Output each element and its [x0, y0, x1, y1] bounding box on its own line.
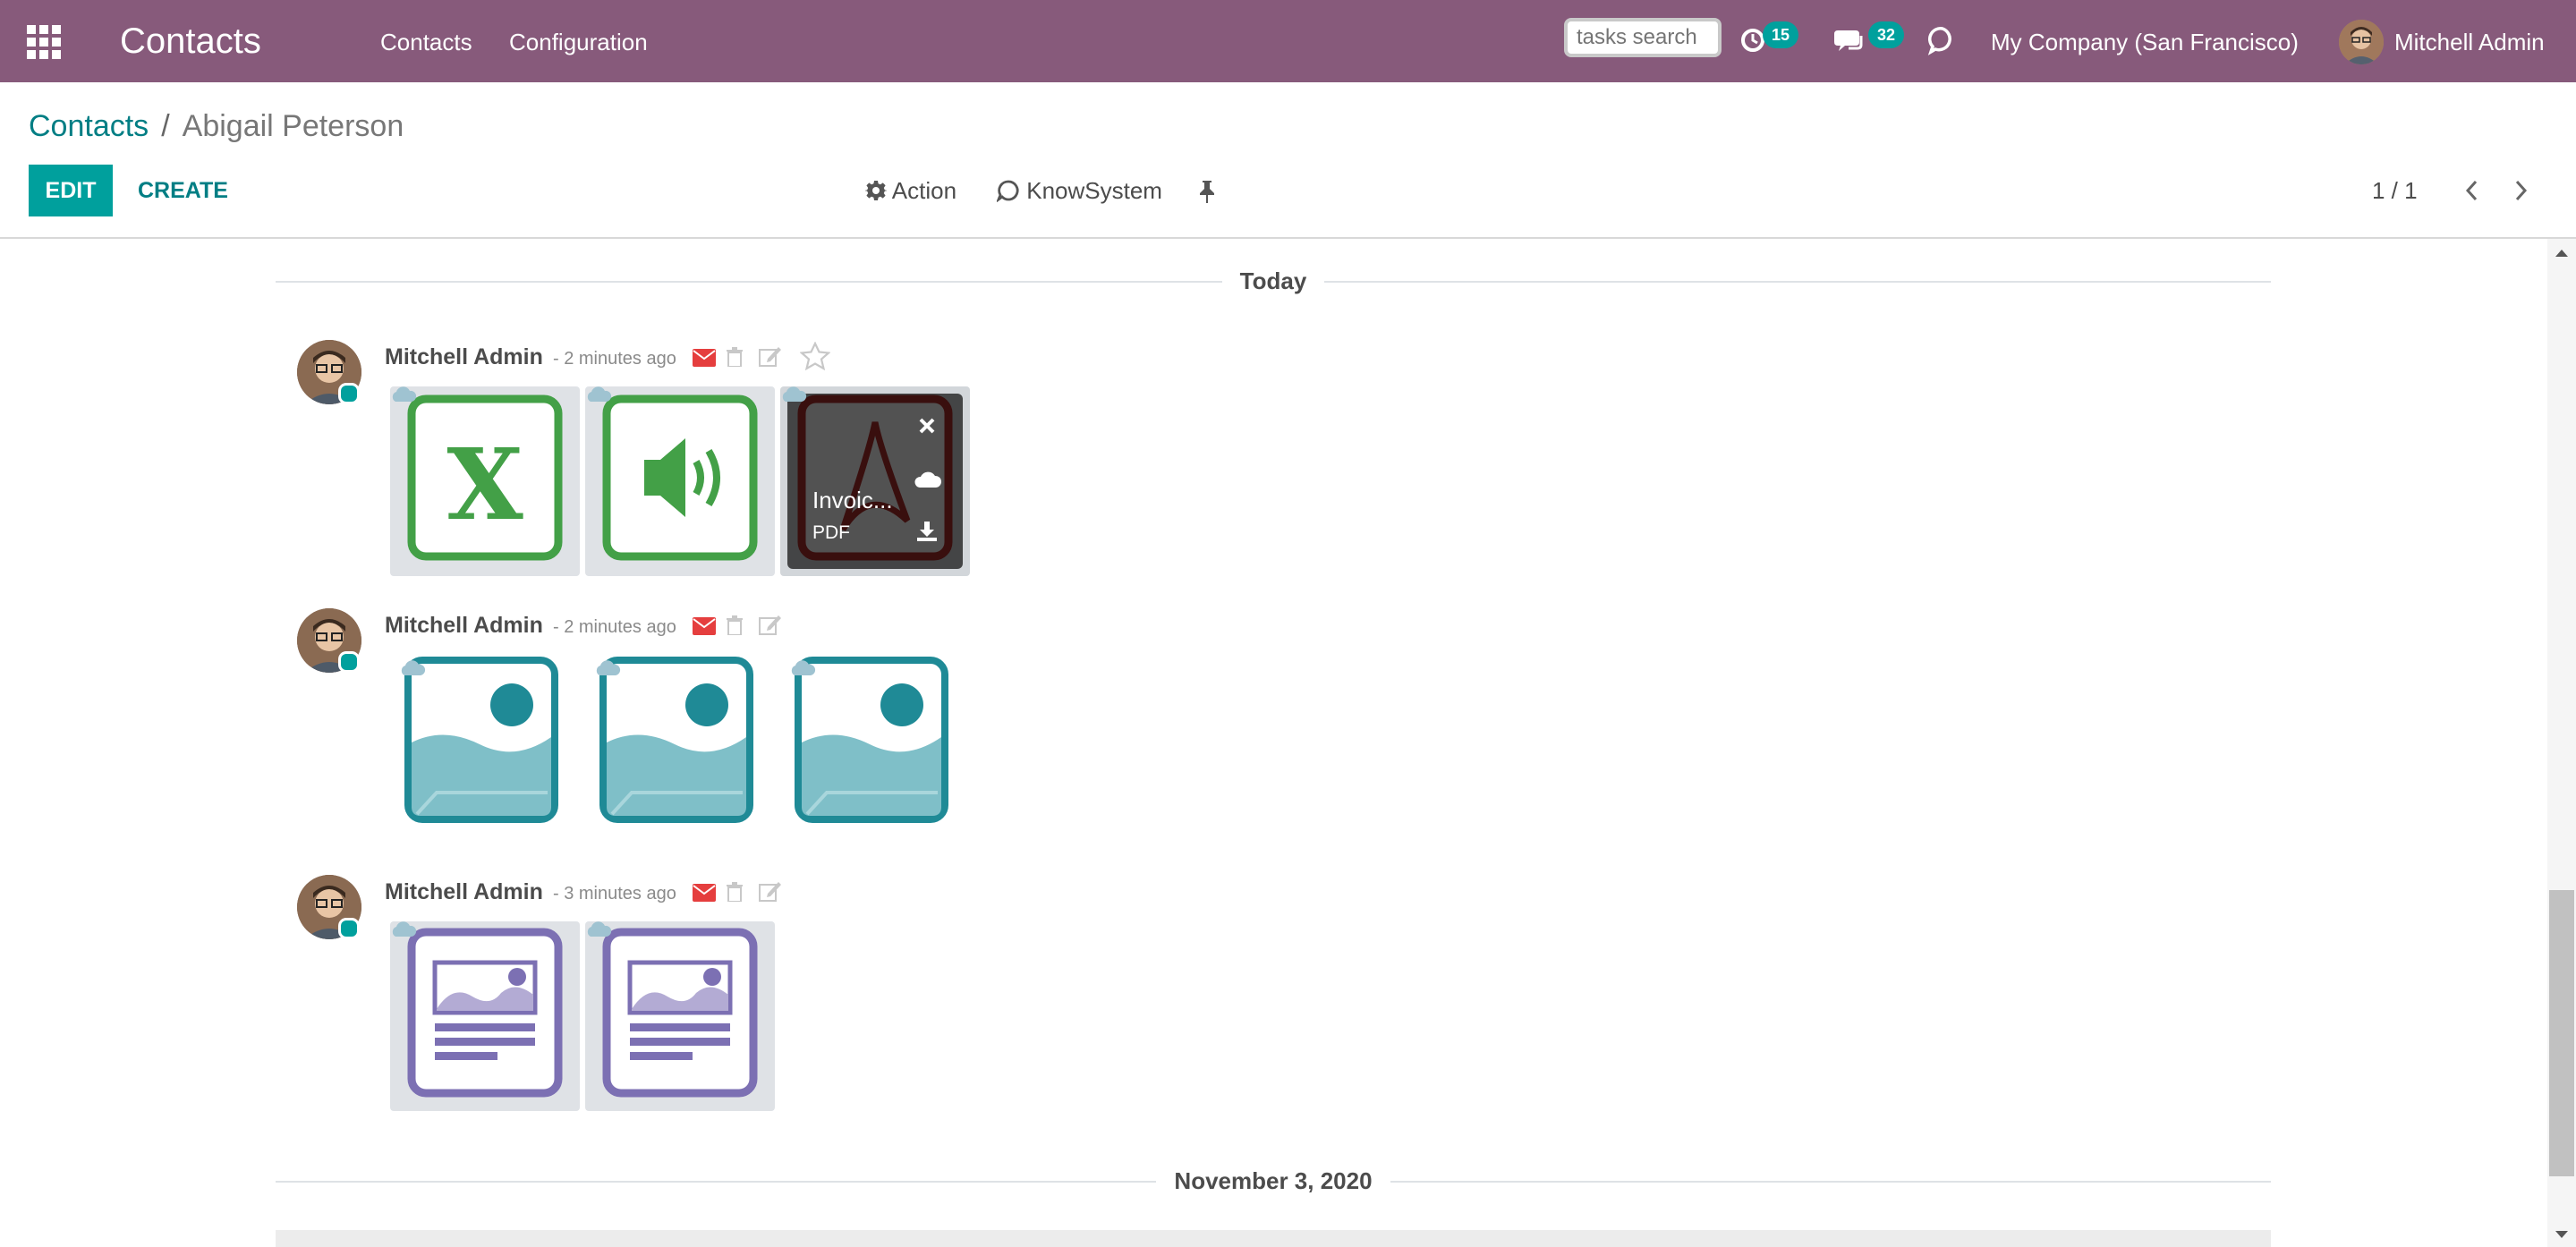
top-navbar: Contacts Contacts Configuration 15 32 My… [0, 0, 2576, 82]
attachment-image[interactable] [585, 649, 775, 839]
cloud-icon [392, 921, 417, 937]
attachment-document[interactable] [585, 921, 775, 1111]
pager-value[interactable]: 1 / 1 [2372, 175, 2418, 206]
document-icon [602, 928, 758, 1098]
attachment-audio[interactable] [585, 386, 775, 576]
action-menu[interactable]: Action [864, 175, 957, 206]
knowsystem-menu[interactable]: KnowSystem [995, 175, 1162, 206]
knowsystem-comment-icon[interactable] [1927, 25, 1958, 55]
user-avatar[interactable] [2339, 20, 2384, 64]
message-author[interactable]: Mitchell Admin [385, 878, 543, 905]
scroll-down-icon[interactable] [2553, 1227, 2571, 1242]
trash-icon[interactable] [726, 882, 744, 902]
date-separator: November 3, 2020 [276, 1163, 2271, 1199]
envelope-icon[interactable] [693, 617, 716, 635]
date-separator-label: November 3, 2020 [1156, 1167, 1390, 1194]
pager-previous-icon[interactable] [2457, 177, 2487, 204]
edit-icon[interactable] [759, 614, 782, 635]
message-date: - 2 minutes ago [553, 617, 676, 637]
attachment-image[interactable] [390, 649, 580, 839]
pager-next-icon[interactable] [2505, 177, 2536, 204]
knowsystem-label: KnowSystem [1026, 177, 1162, 204]
date-separator-label: Today [1221, 267, 1325, 294]
image-icon [404, 657, 558, 823]
online-status-icon [338, 651, 360, 673]
trash-icon[interactable] [726, 347, 744, 367]
messages-chat-icon[interactable] [1834, 27, 1865, 54]
envelope-icon[interactable] [693, 349, 716, 367]
cloud-icon [596, 660, 621, 675]
download-icon[interactable] [916, 521, 938, 542]
attachment-image[interactable] [780, 649, 970, 839]
menu-configuration[interactable]: Configuration [509, 28, 648, 56]
company-switcher[interactable]: My Company (San Francisco) [1991, 28, 2299, 56]
attachment-spreadsheet[interactable]: X [390, 386, 580, 576]
user-menu[interactable]: Mitchell Admin [2394, 28, 2545, 56]
online-status-icon [338, 383, 360, 404]
next-message-partial [276, 1230, 2271, 1247]
cloud-icon [791, 660, 816, 675]
message-date: - 2 minutes ago [553, 349, 676, 369]
audio-icon [602, 394, 758, 561]
excel-icon: X [407, 394, 563, 561]
envelope-icon[interactable] [693, 884, 716, 902]
scroll-up-icon[interactable] [2553, 246, 2571, 260]
attachment-document[interactable] [390, 921, 580, 1111]
breadcrumb-current: Abigail Peterson [182, 109, 404, 143]
create-button[interactable]: CREATE [129, 165, 237, 216]
breadcrumb-contacts-link[interactable]: Contacts [29, 109, 149, 143]
trash-icon[interactable] [726, 615, 744, 635]
message-author[interactable]: Mitchell Admin [385, 612, 543, 639]
activity-count-badge: 15 [1763, 21, 1799, 48]
cloud-icon [401, 660, 426, 675]
image-icon [795, 657, 948, 823]
attachment-pdf[interactable]: Invoic... PDF [780, 386, 970, 576]
attachment-extension: PDF [812, 522, 850, 543]
breadcrumb: Contacts / Abigail Peterson [29, 107, 404, 145]
app-brand[interactable]: Contacts [120, 20, 261, 63]
action-label: Action [891, 177, 957, 204]
cloud-icon [782, 386, 807, 402]
breadcrumb-separator: / [161, 109, 170, 143]
cloud-icon [392, 386, 417, 402]
pin-icon[interactable] [1197, 179, 1217, 204]
image-icon [599, 657, 753, 823]
message-count-badge: 32 [1868, 21, 1905, 48]
cloud-upload-icon[interactable] [914, 471, 941, 488]
apps-menu-icon[interactable] [27, 25, 63, 61]
scrollbar-thumb[interactable] [2549, 890, 2574, 1176]
attachment-filename: Invoic... [812, 487, 893, 513]
menu-contacts[interactable]: Contacts [380, 28, 472, 56]
message-date: - 3 minutes ago [553, 884, 676, 903]
control-panel-divider [0, 237, 2576, 239]
svg-text:X: X [446, 427, 523, 542]
cloud-icon [587, 386, 612, 402]
document-icon [407, 928, 563, 1098]
date-separator: Today [276, 263, 2271, 299]
edit-button[interactable]: EDIT [29, 165, 113, 216]
message-author[interactable]: Mitchell Admin [385, 344, 543, 370]
tasks-search-input[interactable] [1564, 18, 1722, 57]
online-status-icon [338, 918, 360, 939]
remove-attachment-icon[interactable] [918, 417, 936, 435]
pdf-icon [787, 394, 963, 569]
star-icon[interactable] [800, 342, 830, 370]
cloud-icon [587, 921, 612, 937]
edit-icon[interactable] [759, 880, 782, 902]
edit-icon[interactable] [759, 345, 782, 367]
comment-icon [995, 180, 1019, 204]
gear-icon [864, 181, 888, 200]
